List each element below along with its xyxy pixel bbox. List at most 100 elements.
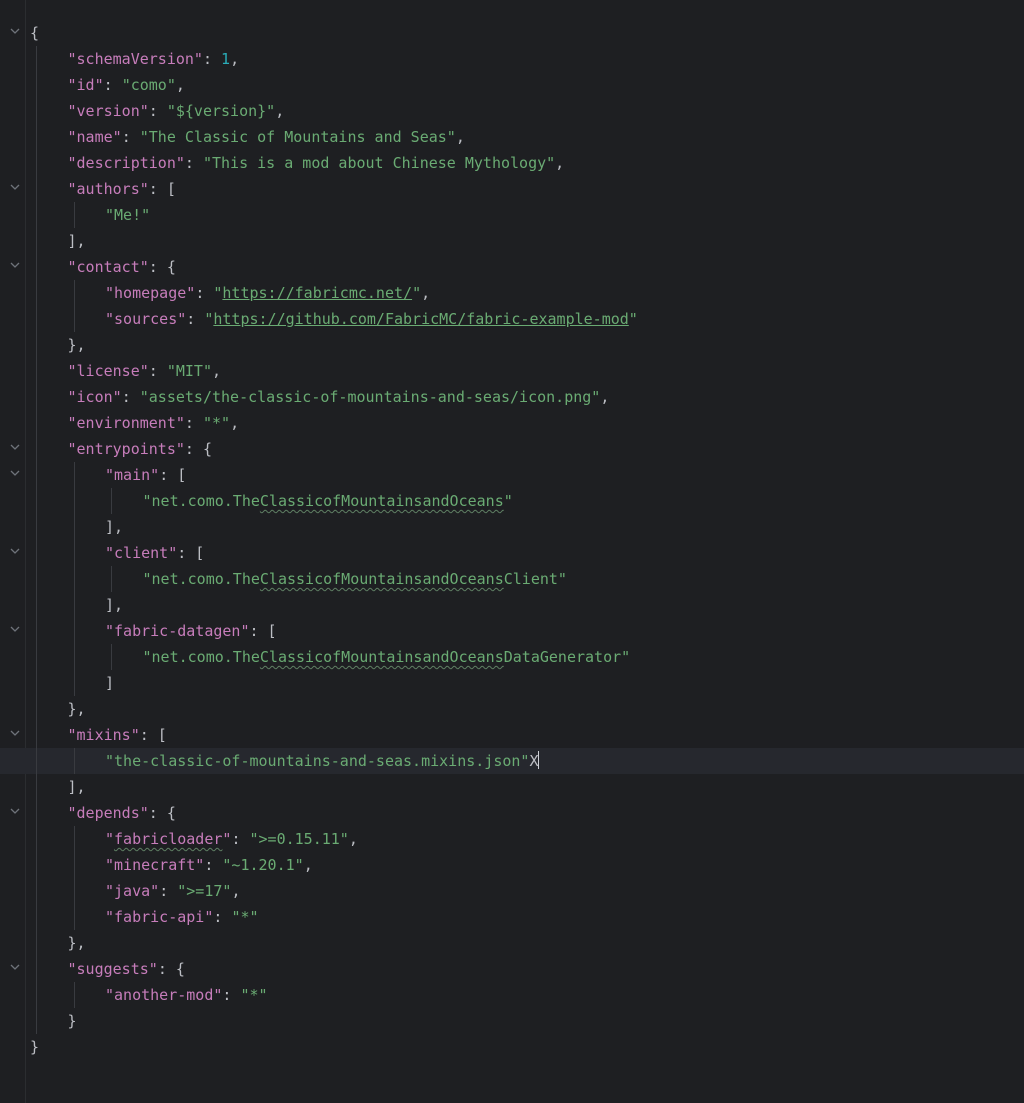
indent-guide	[111, 644, 112, 670]
json-string: "	[412, 284, 422, 302]
json-key: "entrypoints"	[67, 440, 185, 458]
line-text: "id": "como",	[68, 72, 185, 98]
code-line[interactable]: "net.como.TheClassicofMountainsandOceans…	[0, 644, 1024, 670]
json-string: ClassicofMountainsandOceans	[259, 492, 504, 510]
code-line[interactable]: ],	[0, 514, 1024, 540]
line-text: "version": "${version}",	[68, 98, 285, 124]
line-text: },	[68, 696, 86, 722]
chevron-down-icon[interactable]	[9, 623, 21, 635]
line-text: "fabricloader": ">=0.15.11",	[105, 826, 358, 852]
code-line[interactable]: },	[0, 696, 1024, 722]
code-line[interactable]: }	[0, 1008, 1024, 1034]
code-line[interactable]: ],	[0, 592, 1024, 618]
code-line[interactable]: "authors": [	[0, 176, 1024, 202]
code-line[interactable]: "another-mod": "*"	[0, 982, 1024, 1008]
chevron-down-icon[interactable]	[9, 259, 21, 271]
code-line[interactable]: "depends": {	[0, 800, 1024, 826]
code-line[interactable]: "environment": "*",	[0, 410, 1024, 436]
json-punctuation: :	[148, 102, 167, 120]
code-line[interactable]: "the-classic-of-mountains-and-seas.mixin…	[0, 748, 1024, 774]
code-line[interactable]: }	[0, 1034, 1024, 1060]
json-string: ClassicofMountainsandOceans	[259, 570, 504, 588]
json-punctuation: {	[30, 24, 40, 42]
json-string: "	[503, 492, 513, 510]
json-punctuation: :	[213, 908, 232, 926]
json-punctuation: : [	[249, 622, 277, 640]
chevron-down-icon[interactable]	[9, 727, 21, 739]
json-string: "the-classic-of-mountains-and-seas.mixin…	[105, 752, 530, 770]
json-key: "version"	[67, 102, 149, 120]
code-line[interactable]: ],	[0, 774, 1024, 800]
code-line[interactable]: "Me!"	[0, 202, 1024, 228]
line-text: "fabric-datagen": [	[105, 618, 277, 644]
code-line[interactable]: "fabric-api": "*"	[0, 904, 1024, 930]
json-punctuation: ,	[230, 414, 240, 432]
code-line[interactable]: "suggests": {	[0, 956, 1024, 982]
code-line[interactable]: "fabricloader": ">=0.15.11",	[0, 826, 1024, 852]
chevron-down-icon[interactable]	[9, 545, 21, 557]
json-punctuation: :	[231, 830, 250, 848]
line-text: {	[30, 20, 39, 46]
code-line[interactable]: "minecraft": "~1.20.1",	[0, 852, 1024, 878]
code-line[interactable]: "id": "como",	[0, 72, 1024, 98]
json-string[interactable]: https://fabricmc.net/	[222, 284, 412, 302]
chevron-down-icon[interactable]	[9, 805, 21, 817]
code-line[interactable]: "net.como.TheClassicofMountainsandOceans…	[0, 488, 1024, 514]
json-key: "authors"	[67, 180, 149, 198]
code-line[interactable]: "net.como.TheClassicofMountainsandOceans…	[0, 566, 1024, 592]
code-line[interactable]: },	[0, 332, 1024, 358]
line-text: },	[68, 930, 86, 956]
code-line[interactable]: "name": "The Classic of Mountains and Se…	[0, 124, 1024, 150]
json-key: "icon"	[67, 388, 122, 406]
code-line[interactable]: "description": "This is a mod about Chin…	[0, 150, 1024, 176]
json-punctuation: ],	[105, 518, 124, 536]
code-line[interactable]: "icon": "assets/the-classic-of-mountains…	[0, 384, 1024, 410]
json-punctuation: :	[184, 414, 203, 432]
code-line[interactable]: "fabric-datagen": [	[0, 618, 1024, 644]
chevron-down-icon[interactable]	[9, 181, 21, 193]
json-punctuation: :	[148, 362, 167, 380]
json-string: "The Classic of Mountains and Seas"	[139, 128, 456, 146]
code-line[interactable]: "main": [	[0, 462, 1024, 488]
line-text: "license": "MIT",	[68, 358, 222, 384]
code-line[interactable]: "homepage": "https://fabricmc.net/",	[0, 280, 1024, 306]
code-line[interactable]: "client": [	[0, 540, 1024, 566]
code-line[interactable]: ]	[0, 670, 1024, 696]
json-punctuation: : [	[139, 726, 167, 744]
json-string[interactable]: https://github.com/FabricMC/fabric-examp…	[213, 310, 628, 328]
indent-guide	[36, 46, 37, 1034]
line-text: "java": ">=17",	[105, 878, 240, 904]
json-key: "suggests"	[67, 960, 158, 978]
json-punctuation: : {	[148, 258, 176, 276]
json-key: "description"	[67, 154, 185, 172]
code-line[interactable]: "contact": {	[0, 254, 1024, 280]
indent-guide	[73, 462, 75, 696]
line-text: "Me!"	[105, 202, 150, 228]
code-line[interactable]: "entrypoints": {	[0, 436, 1024, 462]
indent-guide	[73, 202, 75, 228]
json-string: "This is a mod about Chinese Mythology"	[202, 154, 556, 172]
line-text: "main": [	[105, 462, 186, 488]
code-line[interactable]: "mixins": [	[0, 722, 1024, 748]
json-punctuation: : [	[148, 180, 176, 198]
code-line[interactable]: "sources": "https://github.com/FabricMC/…	[0, 306, 1024, 332]
code-line[interactable]: "license": "MIT",	[0, 358, 1024, 384]
code-line[interactable]: ],	[0, 228, 1024, 254]
json-string: ClassicofMountainsandOceans	[259, 648, 504, 666]
code-line[interactable]: "java": ">=17",	[0, 878, 1024, 904]
code-line[interactable]: {	[0, 20, 1024, 46]
code-line[interactable]: },	[0, 930, 1024, 956]
chevron-down-icon[interactable]	[9, 961, 21, 973]
code-line[interactable]: "schemaVersion": 1,	[0, 46, 1024, 72]
json-punctuation: ,	[303, 856, 313, 874]
line-text: }	[30, 1034, 39, 1060]
indent-guide	[73, 748, 75, 774]
code-line[interactable]: "version": "${version}",	[0, 98, 1024, 124]
json-punctuation: :	[186, 310, 205, 328]
json-key: "depends"	[67, 804, 149, 822]
chevron-down-icon[interactable]	[9, 441, 21, 453]
chevron-down-icon[interactable]	[9, 25, 21, 37]
json-punctuation: :	[204, 856, 223, 874]
json-punctuation: ,	[600, 388, 610, 406]
chevron-down-icon[interactable]	[9, 467, 21, 479]
